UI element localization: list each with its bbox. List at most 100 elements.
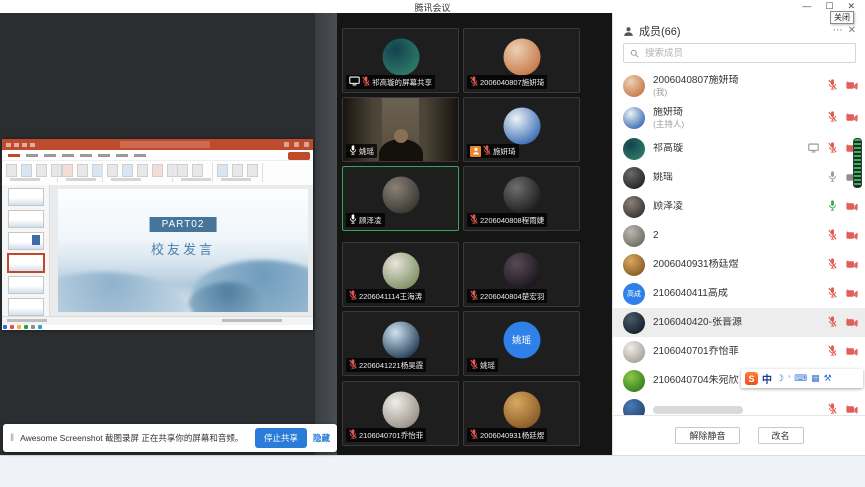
participant-avatar [503,391,540,428]
mic-muted-icon[interactable] [828,77,837,95]
member-row[interactable]: 施妍琦(主持人) [613,102,865,134]
punctuation-icon[interactable]: ’ [788,374,790,384]
member-row[interactable]: 2106040420-张晋源 [613,308,865,337]
member-avatar [623,75,645,97]
mic-muted-icon [349,359,357,371]
camera-off-icon[interactable] [846,77,858,95]
chinese-mode-icon[interactable]: 中 [762,371,772,386]
host-badge-icon [470,146,481,157]
ime-toolbar: S中 ☽ ’ ⌨ ▦ ⚒ [741,369,863,388]
minimize-button[interactable]: — [802,1,811,12]
video-tile[interactable]: 2006040931杨廷煜 [463,381,580,446]
member-row[interactable]: 2 [613,221,865,250]
participant-avatar [503,38,540,75]
sogou-logo-icon[interactable]: S [745,372,758,385]
screen-share-icon [349,76,360,88]
camera-off-icon[interactable] [846,285,858,303]
mic-active-icon[interactable] [828,198,837,216]
video-tile[interactable]: 姚瑶 [342,97,459,162]
slide-thumbnail [8,210,44,228]
mic-on-icon[interactable] [828,169,837,187]
camera-off-icon[interactable] [846,198,858,216]
meeting-titlebar: 腾讯会议 — ☐ ✕ [0,0,865,14]
mic-muted-icon [349,290,357,302]
mic-muted-icon [349,429,357,441]
member-row[interactable]: 高成2106040411高成 [613,279,865,308]
participant-avatar [382,38,419,75]
member-row[interactable]: 祁高璇 [613,134,865,163]
rename-button[interactable]: 改名 [758,427,804,444]
camera-off-icon[interactable] [846,227,858,245]
member-row[interactable]: 2006040807施妍琦(我) [613,70,865,102]
tools-icon[interactable]: ⚒ [824,373,832,384]
video-grid: 祁高璇的屏幕共享 2006040807施妍琦姚瑶 施妍琦顾泽凌2206040808程… [337,13,612,455]
mic-muted-icon[interactable] [828,285,837,303]
mic-muted-icon[interactable] [828,109,837,127]
ppt-status-bar [2,316,313,325]
slide-thumbnail-selected [8,254,44,272]
mic-muted-icon[interactable] [828,227,837,245]
unmute-button[interactable]: 解除静音 [675,427,739,444]
member-row[interactable]: 顾泽凌 [613,192,865,221]
participant-avatar [382,252,419,289]
video-tile[interactable]: 2206041114王海涛 [342,242,459,307]
participant-avatar [503,176,540,213]
ppt-menu-row [2,150,313,161]
member-avatar [623,341,645,363]
video-tile[interactable]: 施妍琦 [463,97,580,162]
screen-share-banner: ‖ Awesome Screenshot 截图录屏 正在共享你的屏幕和音频。 停… [3,424,337,452]
mic-muted-icon[interactable] [828,314,837,332]
member-name: 2106040704朱宛欣 [653,375,739,387]
mic-muted-icon [470,76,478,88]
video-tile[interactable]: 2106040701乔怡菲 [342,381,459,446]
mic-muted-icon[interactable] [828,343,837,361]
member-name: 2006040807施妍琦 [653,75,739,87]
mic-muted-icon [470,290,478,302]
mic-muted-icon [470,214,478,226]
grid-icon[interactable]: ▦ [811,373,820,384]
video-tile[interactable]: 2006040807施妍琦 [463,28,580,93]
mic-muted-icon[interactable] [828,256,837,274]
video-tile[interactable]: 2206041221杨昊霞 [342,311,459,376]
keyboard-icon[interactable]: ⌨ [794,373,807,384]
moon-icon[interactable]: ☽ [776,373,784,384]
close-tooltip: 关闭 [830,11,854,24]
member-avatar [623,138,645,160]
mic-muted-icon[interactable] [828,140,837,158]
shared-screen-taskbar [3,325,42,329]
mic-muted-icon [470,359,478,371]
camera-off-icon[interactable] [846,256,858,274]
screen-share-icon [808,140,819,158]
desktop: 腾讯会议 — ☐ ✕ 关闭 PART02 校友发言 [0,0,865,487]
member-avatar [623,312,645,334]
video-tile[interactable]: 顾泽凌 [342,166,459,231]
member-row[interactable]: 2106040701乔怡菲 [613,337,865,366]
member-row[interactable] [613,395,865,417]
member-row[interactable]: 2006040931杨廷煜 [613,250,865,279]
camera-off-icon[interactable] [846,314,858,332]
member-avatar [623,225,645,247]
stop-sharing-button[interactable]: 停止共享 [255,428,307,448]
video-tile[interactable]: 祁高璇的屏幕共享 [342,28,459,93]
member-name: 2106040420-张晋源 [653,317,742,329]
share-banner-text: Awesome Screenshot 截图录屏 正在共享你的屏幕和音频。 [20,432,249,444]
camera-off-icon[interactable] [846,109,858,127]
member-search-input[interactable] [643,47,849,60]
mic-on-icon [349,145,357,157]
camera-off-icon[interactable] [846,343,858,361]
participant-name-label: 祁高璇的屏幕共享 [372,77,432,88]
video-tile[interactable]: 2206040804楚宏羽 [463,242,580,307]
member-name: 2 [653,230,659,242]
panel-more-icon[interactable]: ⋯ [833,26,843,36]
shared-powerpoint-window: PART02 校友发言 [2,139,313,330]
panel-close-icon[interactable]: ✕ [848,26,856,36]
member-list-scrollbar[interactable] [853,138,862,188]
video-tile[interactable]: 2206040808程雨婕 [463,166,580,231]
member-row[interactable]: 姚瑶 [613,163,865,192]
mic-muted-icon [362,76,370,88]
hide-banner-link[interactable]: 隐藏 [313,432,330,444]
video-tile[interactable]: 姚瑶姚瑶 [463,311,580,376]
member-panel: 成员(66) ⋯ ✕ 2006040807施妍琦(我)施妍琦(主持人)祁高璇姚瑶… [612,13,865,455]
participant-name-label: 姚瑶 [359,146,374,157]
participant-avatar [382,391,419,428]
